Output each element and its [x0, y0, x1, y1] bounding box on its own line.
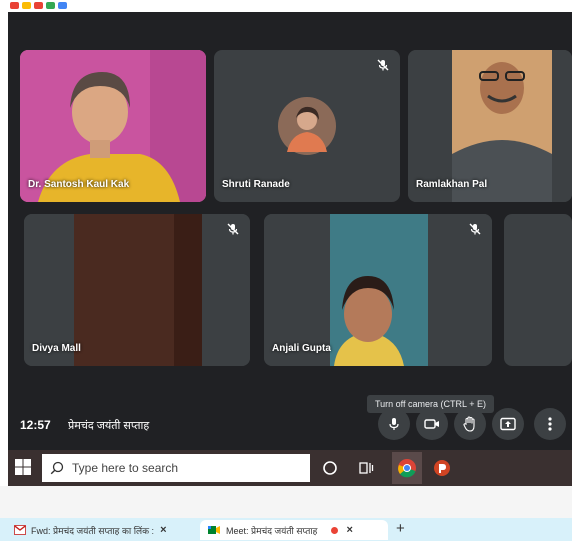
meet-icon	[208, 526, 220, 534]
chrome-taskbar-button[interactable]	[392, 452, 422, 484]
powerpoint-icon[interactable]	[432, 458, 452, 478]
close-icon[interactable]: ×	[160, 524, 166, 536]
meeting-controls-bar: 12:57 प्रेमचंद जयंती सप्ताह	[8, 394, 572, 450]
participant-tile-partial[interactable]	[504, 214, 572, 366]
tab-label: Meet: प्रेमचंद जयंती सप्ताह	[226, 525, 318, 536]
participant-tile[interactable]: Divya Mall	[24, 214, 250, 366]
participant-name: Ramlakhan Pal	[416, 179, 488, 190]
present-button[interactable]	[492, 408, 524, 440]
raise-hand-button[interactable]	[454, 408, 486, 440]
mic-icon	[389, 418, 399, 430]
participant-name: Anjali Gupta	[272, 343, 331, 354]
search-icon	[50, 461, 64, 475]
mic-button[interactable]	[378, 408, 410, 440]
cortana-icon[interactable]	[320, 458, 340, 478]
chrome-icon	[398, 459, 416, 478]
raise-hand-icon	[463, 416, 475, 432]
new-tab-button[interactable]: +	[396, 520, 405, 537]
participant-tile[interactable]: Ramlakhan Pal	[408, 50, 572, 202]
more-options-button[interactable]	[534, 408, 566, 440]
tab-meet[interactable]: Meet: प्रेमचंद जयंती सप्ताह ×	[200, 520, 388, 540]
color-dot	[34, 2, 43, 9]
present-icon	[500, 417, 516, 431]
participant-tile[interactable]: Anjali Gupta	[264, 214, 492, 366]
color-dot	[58, 2, 67, 9]
participant-name: Divya Mall	[32, 343, 81, 354]
recording-indicator	[331, 526, 339, 534]
tab-gmail[interactable]: Fwd: प्रेमचंद जयंती सप्ताह का लिंक : ×	[14, 520, 200, 540]
search-placeholder: Type here to search	[72, 461, 179, 475]
participant-tile[interactable]: Dr. Santosh Kaul Kak	[20, 50, 206, 202]
browser-tab-bar: Fwd: प्रेमचंद जयंती सप्ताह का लिंक : × M…	[0, 518, 572, 541]
participant-name: Dr. Santosh Kaul Kak	[28, 179, 130, 190]
gmail-icon	[14, 525, 26, 535]
camera-button[interactable]	[416, 408, 448, 440]
top-color-strip	[0, 0, 572, 12]
meet-window: Dr. Santosh Kaul Kak Shruti Ranade Ramla…	[8, 12, 572, 450]
more-icon	[548, 417, 552, 431]
mic-off-icon	[377, 59, 389, 71]
participant-tile[interactable]: Shruti Ranade	[214, 50, 400, 202]
camera-icon	[424, 419, 439, 429]
windows-taskbar: Type here to search	[8, 450, 572, 486]
tab-label: Fwd: प्रेमचंद जयंती सप्ताह का लिंक :	[31, 525, 155, 536]
avatar	[278, 97, 336, 155]
mic-off-icon	[227, 223, 239, 235]
screen: Dr. Santosh Kaul Kak Shruti Ranade Ramla…	[0, 0, 572, 541]
color-dot	[46, 2, 55, 9]
color-dot	[10, 2, 19, 9]
meeting-title: प्रेमचंद जयंती सप्ताह	[68, 420, 150, 432]
blank-area	[0, 486, 572, 518]
taskbar-search-box[interactable]: Type here to search	[42, 454, 310, 482]
participant-name: Shruti Ranade	[222, 179, 290, 190]
windows-start-icon[interactable]	[14, 458, 32, 476]
meeting-time: 12:57	[20, 418, 51, 432]
task-view-icon[interactable]	[356, 458, 376, 478]
mic-off-icon	[469, 223, 481, 235]
color-dot	[22, 2, 31, 9]
close-icon[interactable]: ×	[346, 524, 352, 536]
